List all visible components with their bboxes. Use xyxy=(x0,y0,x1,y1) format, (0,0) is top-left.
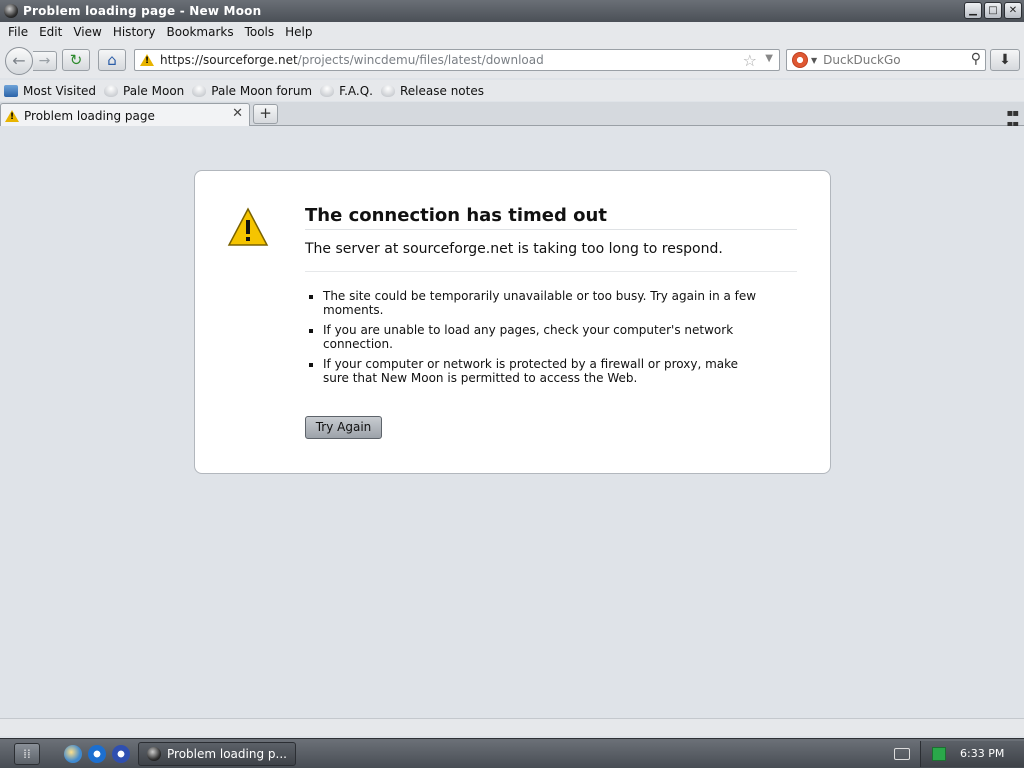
close-button[interactable]: ✕ xyxy=(1004,2,1022,19)
forward-button[interactable]: → xyxy=(33,51,57,71)
minimize-button[interactable]: ▁ xyxy=(964,2,982,19)
tab-strip: ! Problem loading page ✕ + ▪▪ ▪▪ xyxy=(0,102,1024,130)
url-bar[interactable]: ! https://sourceforge.net/projects/wincd… xyxy=(134,49,780,71)
suggestion-item: If you are unable to load any pages, che… xyxy=(323,323,763,351)
search-bar[interactable]: ▼ DuckDuckGo ⚲ xyxy=(786,49,986,71)
suggestion-item: The site could be temporarily unavailabl… xyxy=(323,289,763,317)
menu-history[interactable]: History xyxy=(109,25,163,39)
menu-bookmarks[interactable]: Bookmarks xyxy=(163,25,241,39)
menu-tools[interactable]: Tools xyxy=(241,25,282,39)
back-arrow-icon: ← xyxy=(12,51,26,70)
bookmark-globe-icon xyxy=(192,84,207,97)
menu-view[interactable]: View xyxy=(69,25,108,39)
bookmarks-toolbar: Most Visited Pale Moon Pale Moon forum F… xyxy=(0,80,1024,101)
clock[interactable]: 6:33 PM xyxy=(960,747,1004,760)
error-page-container: The connection has timed out The server … xyxy=(194,170,831,474)
menu-help[interactable]: Help xyxy=(281,25,319,39)
page-content: The connection has timed out The server … xyxy=(0,126,1024,718)
bookmark-pale-moon[interactable]: Pale Moon xyxy=(104,84,184,98)
taskbar-window-label: Problem loading p... xyxy=(167,747,287,761)
new-moon-app-icon xyxy=(4,4,18,18)
bookmark-pale-moon-forum[interactable]: Pale Moon forum xyxy=(192,84,312,98)
error-suggestions: The site could be temporarily unavailabl… xyxy=(313,289,763,391)
os-taskbar: ⁞⁞ Problem loading p... 6:33 PM xyxy=(0,738,1024,768)
title-bar: Problem loading page - New Moon ▁ □ ✕ xyxy=(0,0,1024,22)
window-title: Problem loading page - New Moon xyxy=(23,4,262,18)
window-controls: ▁ □ ✕ xyxy=(964,2,1022,19)
download-arrow-icon: ⬇ xyxy=(999,52,1011,68)
maximize-button[interactable]: □ xyxy=(984,2,1002,19)
quicklaunch-browser-icon[interactable] xyxy=(64,745,82,763)
home-button[interactable]: ⌂ xyxy=(98,49,126,71)
reload-icon: ↻ xyxy=(69,51,83,69)
bookmark-star-icon[interactable]: ☆ xyxy=(743,51,757,70)
status-bar xyxy=(0,718,1024,736)
new-tab-button[interactable]: + xyxy=(253,104,278,124)
tab-label: Problem loading page xyxy=(24,108,155,123)
suggestion-item: If your computer or network is protected… xyxy=(323,357,763,385)
bookmark-release-notes[interactable]: Release notes xyxy=(381,84,484,98)
bookmark-faq[interactable]: F.A.Q. xyxy=(320,84,373,98)
url-text[interactable]: https://sourceforge.net/projects/wincdem… xyxy=(160,53,544,67)
start-menu-button[interactable]: ⁞⁞ xyxy=(14,743,40,765)
quicklaunch-media-player-icon[interactable] xyxy=(112,745,130,763)
bookmark-globe-icon xyxy=(104,84,119,97)
taskbar-window-button[interactable]: Problem loading p... xyxy=(138,742,296,766)
tab-close-icon[interactable]: ✕ xyxy=(232,106,243,121)
bookmark-most-visited[interactable]: Most Visited xyxy=(4,84,96,98)
most-visited-icon xyxy=(4,84,18,97)
tab-problem-loading[interactable]: ! Problem loading page ✕ xyxy=(0,103,250,127)
menu-bar: File Edit View History Bookmarks Tools H… xyxy=(0,22,1024,42)
search-placeholder[interactable]: DuckDuckGo xyxy=(823,53,900,67)
try-again-button[interactable]: Try Again xyxy=(305,416,382,439)
downloads-button[interactable]: ⬇ xyxy=(990,49,1020,71)
bookmark-globe-icon xyxy=(381,84,395,97)
error-description: The server at sourceforge.net is taking … xyxy=(305,241,797,272)
home-icon: ⌂ xyxy=(107,51,117,69)
tab-warning-icon: ! xyxy=(5,109,19,122)
keyboard-tray-icon[interactable] xyxy=(894,748,910,760)
duckduckgo-engine-icon[interactable] xyxy=(792,52,808,68)
back-button[interactable]: ← xyxy=(5,47,33,75)
site-warning-icon: ! xyxy=(140,53,154,67)
menu-file[interactable]: File xyxy=(4,25,35,39)
menu-edit[interactable]: Edit xyxy=(35,25,69,39)
reload-button[interactable]: ↻ xyxy=(62,49,90,71)
error-title: The connection has timed out xyxy=(305,205,797,230)
url-history-dropdown-icon[interactable]: ▼ xyxy=(765,53,773,64)
network-tray-icon[interactable] xyxy=(932,747,946,761)
engine-dropdown-icon[interactable]: ▼ xyxy=(811,56,817,65)
grid-menu-icon: ⁞⁞ xyxy=(23,747,31,761)
navigation-toolbar: ← → ↻ ⌂ ! https://sourceforge.net/projec… xyxy=(0,42,1024,78)
search-magnifier-icon[interactable]: ⚲ xyxy=(971,51,981,67)
bookmark-globe-icon xyxy=(320,84,335,97)
new-moon-task-icon xyxy=(147,747,161,761)
quicklaunch-ie-icon[interactable] xyxy=(88,745,106,763)
warning-icon xyxy=(227,207,269,247)
forward-arrow-icon: → xyxy=(38,53,51,69)
